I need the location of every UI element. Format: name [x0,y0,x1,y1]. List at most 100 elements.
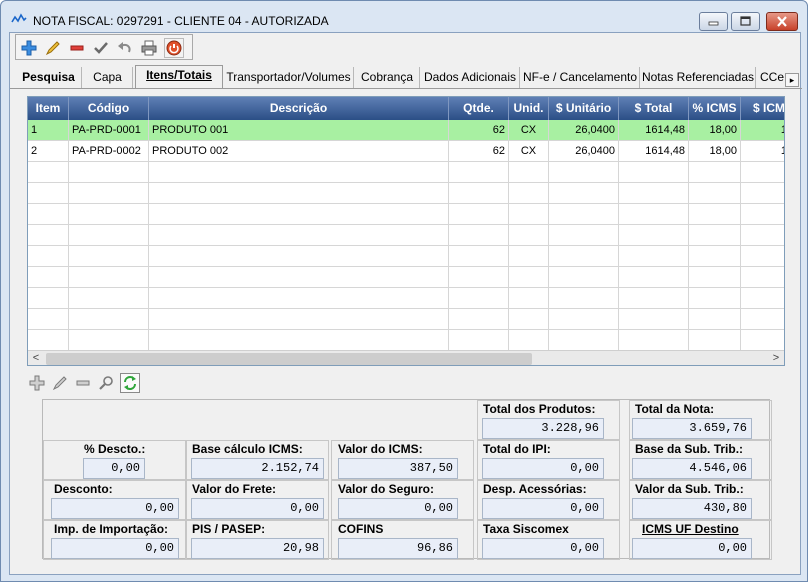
table-row[interactable]: 2 PA-PRD-0002 PRODUTO 002 62 CX 26,0400 1614,4… [28,141,784,162]
tab-dados-adicionais[interactable]: Dados Adicionais [421,67,520,88]
table-row[interactable]: 1 PA-PRD-0001 PRODUTO 001 62 CX 26,0400 1614,4… [28,120,784,141]
remove-button[interactable] [67,38,87,58]
grid-edit-button[interactable] [50,373,70,393]
tab-capa[interactable]: Capa [83,67,133,88]
imp-importacao-field[interactable]: 0,00 [51,538,179,559]
tab-cce[interactable]: CCe [757,67,787,88]
tab-notas-referenciadas[interactable]: Notas Referenciadas [641,67,756,88]
col-descricao[interactable]: Descrição [149,97,449,120]
tab-itens-totais[interactable]: Itens/Totais [135,65,223,89]
confirm-icon [94,42,108,54]
desconto-pct-field[interactable]: 0,00 [83,458,145,479]
refresh-icon [124,376,136,390]
empty-table-row[interactable] [28,183,784,204]
valor-sub-trib-field[interactable]: 430,80 [632,498,752,519]
grid-header: Item Código Descrição Qtde. Unid. $ Unit… [28,97,784,120]
grid-remove-button[interactable] [73,373,93,393]
app-icon [11,13,27,23]
empty-table-row[interactable] [28,225,784,246]
undo-button[interactable] [115,38,135,58]
add-button[interactable] [19,38,39,58]
table-cell [149,267,449,288]
col-codigo[interactable]: Código [69,97,149,120]
table-cell [28,183,69,204]
confirm-button[interactable] [91,38,111,58]
table-cell [689,267,741,288]
empty-table-row[interactable] [28,267,784,288]
taxa-siscomex-field[interactable]: 0,00 [482,538,604,559]
empty-table-row[interactable] [28,162,784,183]
maximize-button[interactable] [731,12,760,31]
desp-acessorias-field[interactable]: 0,00 [482,498,604,519]
desconto-field[interactable]: 0,00 [51,498,179,519]
edit-button[interactable] [43,38,63,58]
col-item[interactable]: Item [28,97,69,120]
table-cell [689,183,741,204]
table-cell [689,246,741,267]
col-total[interactable]: $ Total [619,97,689,120]
grid-search-button[interactable] [96,373,116,393]
scroll-right-icon[interactable]: > [768,351,784,365]
col-pct-icms[interactable]: % ICMS [689,97,741,120]
col-valor-icms[interactable]: $ ICM [741,97,784,120]
table-cell: 62 [449,141,509,162]
total-produtos-field[interactable]: 3.228,96 [482,418,604,439]
total-ipi-box: Total do IPI: 0,00 [477,440,620,480]
minimize-button[interactable] [699,12,728,31]
valor-icms-field[interactable]: 387,50 [338,458,458,479]
icms-uf-destino-field[interactable]: 0,00 [632,538,752,559]
base-sub-trib-field[interactable]: 4.546,06 [632,458,752,479]
valor-seguro-field[interactable]: 0,00 [338,498,458,519]
horizontal-scrollbar[interactable]: < > [28,350,784,365]
tab-transportador-volumes[interactable]: Transportador/Volumes [224,67,354,88]
title-bar[interactable]: NOTA FISCAL: 0297291 - CLIENTE 04 - AUTO… [1,1,807,35]
close-icon [777,16,787,27]
empty-table-row[interactable] [28,330,784,351]
empty-table-row[interactable] [28,288,784,309]
table-cell: 1 [28,120,69,141]
total-nota-field[interactable]: 3.659,76 [632,418,752,439]
close-button[interactable] [766,12,798,31]
cofins-field[interactable]: 96,86 [338,538,458,559]
tab-scroll-button[interactable]: ▸ [785,73,799,87]
table-cell [619,330,689,351]
scroll-left-icon[interactable]: < [28,351,44,365]
table-cell [689,330,741,351]
pis-pasep-field[interactable]: 20,98 [191,538,324,559]
scroll-thumb[interactable] [46,353,532,365]
print-button[interactable] [139,38,159,58]
base-sub-trib-box: Base da Sub. Trib.: 4.546,06 [629,440,772,480]
base-icms-field[interactable]: 2.152,74 [191,458,324,479]
grid-add-button[interactable] [27,373,47,393]
grid-refresh-button[interactable] [120,373,140,393]
table-cell [619,183,689,204]
table-cell: 18,00 [689,141,741,162]
table-cell [741,183,784,204]
table-cell [509,183,549,204]
tab-pesquisa[interactable]: Pesquisa [16,67,82,88]
col-unitario[interactable]: $ Unitário [549,97,619,120]
col-qtde[interactable]: Qtde. [449,97,509,120]
valor-frete-field[interactable]: 0,00 [191,498,324,519]
table-cell: 18,00 [689,120,741,141]
icms-uf-destino-label[interactable]: ICMS UF Destino [642,522,739,536]
total-produtos-label: Total dos Produtos: [483,402,596,416]
empty-table-row[interactable] [28,204,784,225]
empty-table-row[interactable] [28,309,784,330]
col-unid[interactable]: Unid. [509,97,549,120]
tab-cobranca[interactable]: Cobrança [355,67,420,88]
cancel-button[interactable] [164,38,184,58]
table-cell [549,162,619,183]
table-cell [741,288,784,309]
tab-nfe-cancelamento[interactable]: NF-e / Cancelamento [521,67,640,88]
table-cell [509,309,549,330]
empty-table-row[interactable] [28,246,784,267]
total-ipi-field[interactable]: 0,00 [482,458,604,479]
table-cell [69,183,149,204]
table-cell [69,162,149,183]
table-cell [509,162,549,183]
add-icon [21,40,37,56]
maximize-icon [740,16,751,26]
valor-icms-label: Valor do ICMS: [338,442,423,456]
table-cell [449,225,509,246]
